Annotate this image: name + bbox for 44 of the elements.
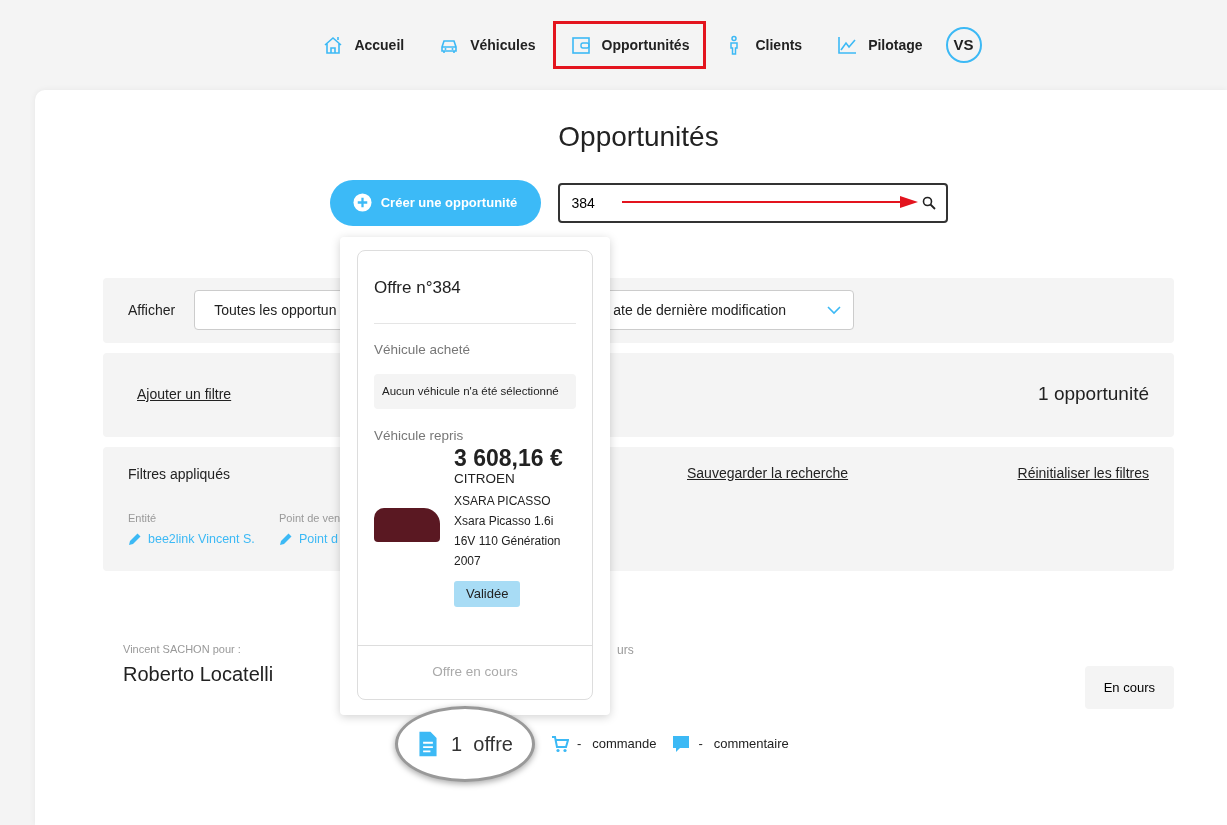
count-text: 1 offre (451, 732, 513, 758)
plus-icon (352, 193, 372, 213)
applied-filters-title: Filtres appliqués (128, 465, 230, 482)
status-badge: Validée (454, 581, 521, 607)
status-button[interactable]: En cours (1084, 665, 1174, 710)
pencil-icon (279, 532, 293, 547)
section-label: Véhicule acheté (374, 340, 472, 359)
search-field[interactable]: 384 (557, 182, 948, 223)
filter-label: Point de ven (279, 510, 342, 526)
nav-link[interactable]: Pilotage (819, 21, 940, 69)
column-label: urs (617, 641, 634, 659)
offer-status-text: Offre en cours (432, 663, 518, 682)
result-count: 1 opportunité (1038, 382, 1149, 407)
offer-title: Offre n°384 (374, 277, 462, 299)
display-label: Afficher (128, 300, 176, 320)
client-name: Roberto Locatelli (123, 662, 274, 688)
car-photo-placeholder (374, 508, 440, 543)
nav-link[interactable]: Accueil (305, 21, 422, 69)
vehicle-make: CITROEN (454, 471, 516, 487)
nav-link[interactable]: Clients (706, 21, 820, 69)
empty-vehicle-message: Aucun véhicule n'a été sélectionné (374, 373, 576, 409)
document-icon (417, 730, 440, 759)
section-label: Véhicule repris (374, 427, 465, 445)
chart-icon (836, 34, 859, 56)
comment-icon (672, 735, 691, 754)
cart-icon (551, 735, 569, 754)
wallet-icon (569, 34, 592, 56)
reset-filters-link[interactable]: Réinitialiser les filtres (1017, 463, 1149, 485)
filter-label: Entité (128, 510, 158, 526)
chevron-down-icon (827, 305, 842, 315)
count-text: - commande (577, 735, 657, 754)
nav-link[interactable]: Véhicules (421, 21, 553, 69)
pencil-icon (128, 532, 142, 547)
vehicle-model: XSARA PICASSO (454, 493, 552, 511)
vehicle-version: Xsara Picasso 1.6i 16V 110 Génération 2007 (454, 513, 562, 571)
price: 3 608,16 € (454, 446, 564, 472)
user-avatar[interactable]: VS (945, 27, 982, 63)
page-title: Opportunités (557, 120, 720, 154)
count-text: - commentaire (698, 735, 789, 754)
add-filter-link[interactable]: Ajouter un filtre (137, 384, 232, 406)
author-label: Vincent SACHON pour : (123, 641, 241, 657)
save-search-link[interactable]: Sauvegarder la recherche (687, 463, 849, 485)
search-icon (921, 195, 936, 210)
nav-link[interactable]: Opportunités (552, 21, 707, 69)
